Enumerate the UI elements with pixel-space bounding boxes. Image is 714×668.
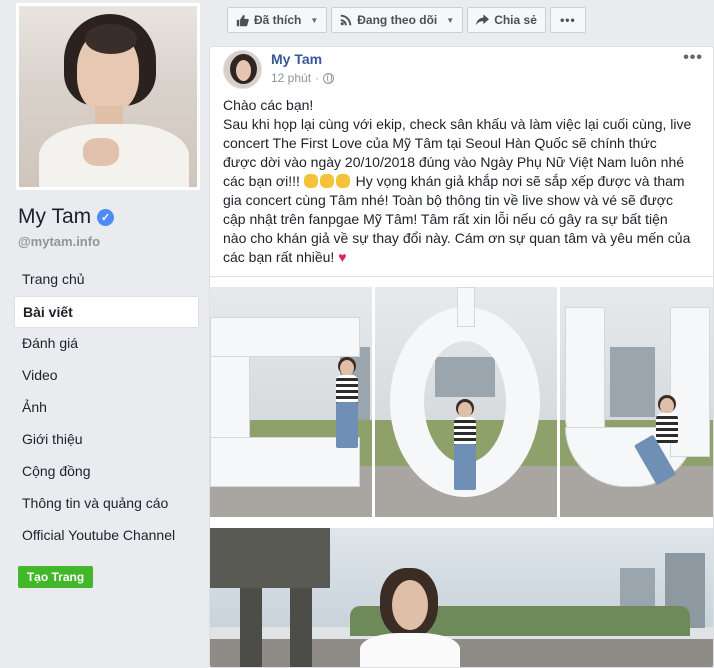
post-meta: 12 phút · (271, 71, 335, 85)
page-username: @mytam.info (18, 234, 101, 249)
profile-photo[interactable] (16, 3, 200, 190)
chevron-down-icon: ▼ (446, 15, 455, 25)
sidebar-item-community[interactable]: Cộng đồng (14, 456, 199, 488)
verified-badge-icon: ✓ (97, 208, 115, 226)
post-card: My Tam 12 phút · ••• Chào các bạn! Sau k… (209, 46, 714, 668)
share-button[interactable]: Chia sẻ (467, 7, 546, 33)
page-name[interactable]: My Tam ✓ (18, 205, 115, 229)
clapping-hands-emoji-icon (319, 174, 334, 188)
thumbs-up-icon (236, 14, 249, 26)
sidebar-item-reviews[interactable]: Đánh giá (14, 328, 199, 360)
sidebar-nav: Trang chủ Bài viết Đánh giá Video Ảnh Gi… (14, 264, 199, 552)
rss-icon (341, 14, 352, 26)
post-body: Chào các bạn! Sau khi họp lại cùng với e… (223, 96, 693, 267)
share-icon (476, 14, 490, 26)
clapping-hands-emoji-icon (335, 174, 350, 188)
post-author-name[interactable]: My Tam (271, 51, 322, 67)
more-options-button[interactable]: ••• (549, 7, 586, 33)
left-column: My Tam ✓ @mytam.info Trang chủ Bài viết … (0, 0, 208, 668)
post-greeting: Chào các bạn! (223, 97, 314, 113)
sidebar-item-about[interactable]: Giới thiệu (14, 424, 199, 456)
divider (210, 276, 713, 277)
following-button[interactable]: Đang theo dõi ▼ (331, 7, 464, 33)
sidebar-item-youtube[interactable]: Official Youtube Channel (14, 520, 199, 552)
sidebar-item-home[interactable]: Trang chủ (14, 264, 199, 296)
liked-button[interactable]: Đã thích ▼ (227, 7, 328, 33)
post-timestamp[interactable]: 12 phút (271, 71, 311, 85)
sidebar-item-info-ads[interactable]: Thông tin và quảng cáo (14, 488, 199, 520)
post-photo-1[interactable] (210, 287, 372, 517)
post-text-block: Sau khi họp lại cùng với ekip, check sân… (223, 115, 693, 267)
post-options-button[interactable]: ••• (683, 49, 703, 67)
liked-label: Đã thích (254, 13, 302, 27)
author-avatar[interactable] (223, 50, 262, 89)
clapping-hands-emoji-icon (303, 174, 318, 188)
share-label: Chia sẻ (494, 13, 537, 27)
following-label: Đang theo dõi (357, 13, 438, 27)
create-page-button[interactable]: Tạo Trang (18, 566, 93, 588)
page-name-text[interactable]: My Tam (18, 205, 91, 229)
sidebar-item-posts[interactable]: Bài viết (14, 296, 199, 328)
sidebar-item-videos[interactable]: Video (14, 360, 199, 392)
chevron-down-icon: ▼ (310, 15, 319, 25)
sidebar-item-photos[interactable]: Ảnh (14, 392, 199, 424)
page-action-bar: Đã thích ▼ Đang theo dõi ▼ Chia sẻ ••• (227, 7, 586, 33)
post-photo-4[interactable] (210, 528, 713, 667)
globe-icon[interactable] (323, 72, 335, 84)
heart-emoji-icon: ♥ (338, 249, 347, 265)
post-photo-2[interactable] (375, 287, 557, 517)
post-photo-3[interactable] (560, 287, 713, 517)
